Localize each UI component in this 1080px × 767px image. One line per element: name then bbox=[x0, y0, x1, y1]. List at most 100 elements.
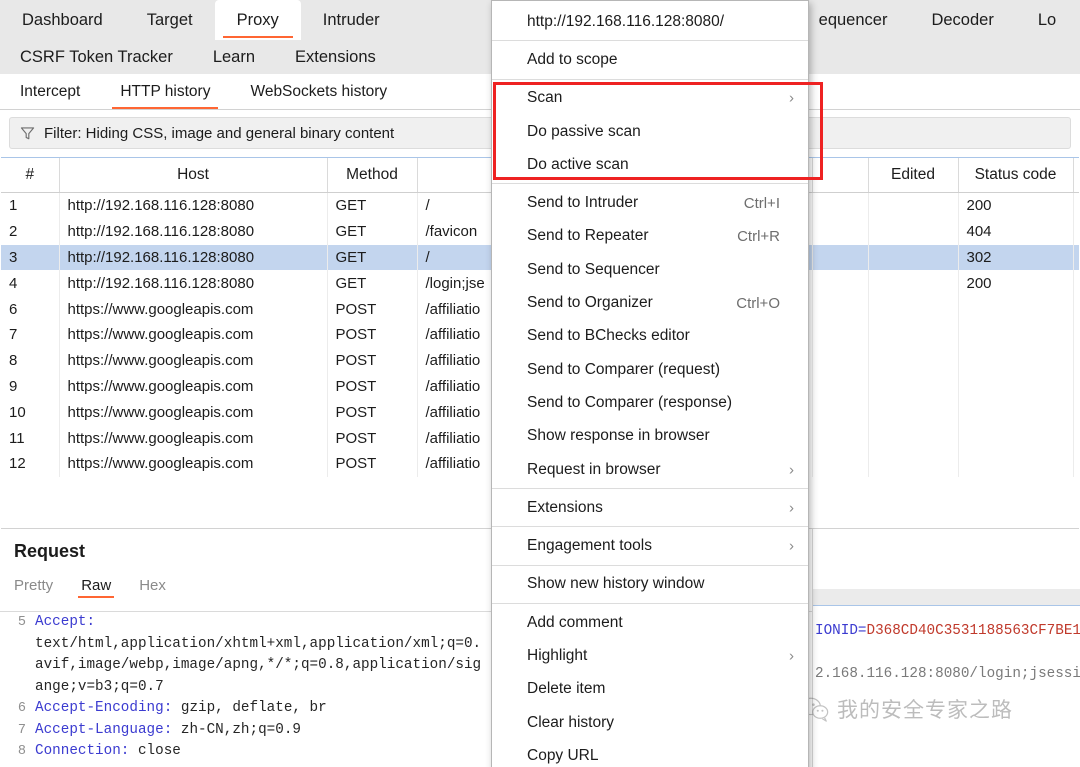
cell-host: https://www.googleapis.com bbox=[59, 450, 328, 477]
menu-item-clear-history[interactable]: Clear history bbox=[492, 706, 808, 739]
tab-intercept[interactable]: Intercept bbox=[0, 74, 100, 109]
menu-item-label: Engagement tools bbox=[527, 537, 652, 555]
tab-proxy[interactable]: Proxy bbox=[214, 0, 301, 40]
tab-http-history[interactable]: HTTP history bbox=[100, 74, 230, 109]
response-toolbar bbox=[813, 589, 1080, 606]
cell-length: 256 bbox=[1073, 244, 1079, 271]
cell-length bbox=[1073, 425, 1079, 451]
menu-item-highlight[interactable]: Highlight › bbox=[492, 639, 808, 672]
cell-host: http://192.168.116.128:8080 bbox=[59, 192, 328, 219]
menu-item-label: Show new history window bbox=[527, 575, 705, 593]
filter-text: Filter: Hiding CSS, image and general bi… bbox=[44, 124, 395, 142]
cell-status-code bbox=[958, 321, 1074, 348]
code-text: Accept-Language: zh-CN,zh;q=0.9 bbox=[35, 721, 301, 738]
tab-sequencer[interactable]: equencer bbox=[797, 0, 910, 40]
menu-item-send-to-comparer-response[interactable]: Send to Comparer (response) bbox=[492, 386, 808, 419]
cell-length: 417 bbox=[1073, 193, 1079, 219]
menu-item-copy-url[interactable]: Copy URL bbox=[492, 739, 808, 767]
menu-separator bbox=[492, 40, 808, 42]
menu-item-do-passive-scan[interactable]: Do passive scan bbox=[492, 115, 808, 148]
column-header-edited[interactable]: Edited bbox=[868, 158, 959, 193]
code-text: text/html,application/xhtml+xml,applicat… bbox=[35, 635, 482, 652]
tab-extensions[interactable]: Extensions bbox=[275, 48, 396, 67]
response-line-2: 2.168.116.128:8080/login;jsessionid=D368 bbox=[815, 665, 1080, 682]
tab-label: Pretty bbox=[14, 576, 54, 594]
menu-separator bbox=[492, 488, 808, 490]
menu-item-send-to-sequencer[interactable]: Send to Sequencer bbox=[492, 253, 808, 286]
response-session-id: D368CD40C3531188563CF7BE1 bbox=[866, 623, 1080, 639]
response-code-viewer[interactable]: IONID=D368CD40C3531188563CF7BE1 2.168.11… bbox=[813, 606, 1080, 767]
response-header-fragment: IONID= bbox=[815, 623, 867, 639]
cell-method: POST bbox=[327, 296, 418, 322]
column-header-host[interactable]: Host bbox=[59, 158, 328, 193]
tab-logger[interactable]: Lo bbox=[1016, 0, 1078, 40]
cell-params bbox=[812, 218, 869, 245]
cell-edited bbox=[868, 450, 959, 477]
column-header-params[interactable] bbox=[812, 158, 869, 193]
cell-length: 2767 bbox=[1073, 270, 1079, 296]
cell-length bbox=[1073, 348, 1079, 374]
cell-method: POST bbox=[327, 373, 418, 400]
menu-item-shortcut: Ctrl+O bbox=[736, 294, 780, 312]
context-menu[interactable]: http://192.168.116.128:8080/ Add to scop… bbox=[491, 0, 809, 767]
menu-item-send-to-comparer-request[interactable]: Send to Comparer (request) bbox=[492, 353, 808, 386]
tab-raw[interactable]: Raw bbox=[78, 572, 115, 598]
cell-edited bbox=[868, 425, 959, 451]
menu-item-label: Send to Comparer (request) bbox=[527, 360, 720, 378]
menu-item-add-comment[interactable]: Add comment bbox=[492, 606, 808, 639]
menu-item-do-active-scan[interactable]: Do active scan bbox=[492, 148, 808, 181]
tab-target[interactable]: Target bbox=[125, 0, 215, 40]
menu-item-scan[interactable]: Scan › bbox=[492, 82, 808, 115]
code-text: ange;v=b3;q=0.7 bbox=[35, 678, 164, 695]
menu-item-label: Show response in browser bbox=[527, 427, 710, 445]
header-name: Accept: bbox=[35, 614, 96, 630]
cell-method: POST bbox=[327, 425, 418, 451]
tab-label: Proxy bbox=[236, 10, 279, 29]
menu-item-shortcut: Ctrl+I bbox=[743, 194, 780, 212]
tab-csrf-token-tracker[interactable]: CSRF Token Tracker bbox=[0, 48, 193, 67]
menu-separator bbox=[492, 183, 808, 185]
menu-item-send-to-repeater[interactable]: Send to Repeater Ctrl+R bbox=[492, 220, 808, 253]
menu-item-request-in-browser[interactable]: Request in browser › bbox=[492, 453, 808, 486]
column-header-status-code[interactable]: Status code bbox=[958, 158, 1074, 193]
menu-item-label: Do active scan bbox=[527, 155, 629, 173]
menu-item-extensions[interactable]: Extensions › bbox=[492, 491, 808, 524]
cell-number: 4 bbox=[1, 270, 60, 297]
menu-item-label: Clear history bbox=[527, 713, 614, 731]
column-header-number[interactable]: # bbox=[1, 158, 60, 193]
tab-hex[interactable]: Hex bbox=[139, 572, 166, 598]
cell-host: http://192.168.116.128:8080 bbox=[59, 270, 328, 297]
menu-item-send-to-organizer[interactable]: Send to Organizer Ctrl+O bbox=[492, 286, 808, 319]
line-number: 8 bbox=[17, 744, 26, 759]
cell-host: https://www.googleapis.com bbox=[59, 296, 328, 322]
cell-host: https://www.googleapis.com bbox=[59, 425, 328, 451]
cell-status-code bbox=[958, 425, 1074, 451]
menu-item-show-response-in-browser[interactable]: Show response in browser bbox=[492, 420, 808, 453]
tab-label: WebSockets history bbox=[250, 82, 388, 100]
cell-params bbox=[812, 244, 869, 271]
tab-decoder[interactable]: Decoder bbox=[909, 0, 1015, 40]
tab-intruder[interactable]: Intruder bbox=[301, 0, 402, 40]
cell-length bbox=[1073, 451, 1079, 477]
cell-length: 347 bbox=[1073, 219, 1079, 245]
menu-item-label: Send to Organizer bbox=[527, 294, 653, 312]
menu-item-delete-item[interactable]: Delete item bbox=[492, 673, 808, 706]
cell-edited bbox=[868, 373, 959, 400]
menu-item-send-to-intruder[interactable]: Send to Intruder Ctrl+I bbox=[492, 186, 808, 219]
menu-item-show-new-history-window[interactable]: Show new history window bbox=[492, 568, 808, 601]
column-header-length[interactable]: Length bbox=[1073, 158, 1079, 193]
tab-dashboard[interactable]: Dashboard bbox=[0, 0, 125, 40]
tab-label: Raw bbox=[81, 576, 112, 594]
tab-learn[interactable]: Learn bbox=[193, 48, 275, 67]
cell-host: https://www.googleapis.com bbox=[59, 347, 328, 374]
menu-item-label: Add to scope bbox=[527, 50, 618, 68]
cell-length bbox=[1073, 322, 1079, 348]
menu-item-add-to-scope[interactable]: Add to scope bbox=[492, 43, 808, 76]
menu-item-engagement-tools[interactable]: Engagement tools › bbox=[492, 529, 808, 562]
chevron-right-icon: › bbox=[789, 89, 794, 107]
response-panel: Hex Render IONID=D368CD40C3531188563CF7B… bbox=[812, 529, 1080, 767]
column-header-method[interactable]: Method bbox=[327, 158, 418, 193]
menu-item-send-to-bchecks-editor[interactable]: Send to BChecks editor bbox=[492, 320, 808, 353]
tab-pretty[interactable]: Pretty bbox=[14, 572, 53, 598]
tab-websockets-history[interactable]: WebSockets history bbox=[230, 74, 407, 109]
